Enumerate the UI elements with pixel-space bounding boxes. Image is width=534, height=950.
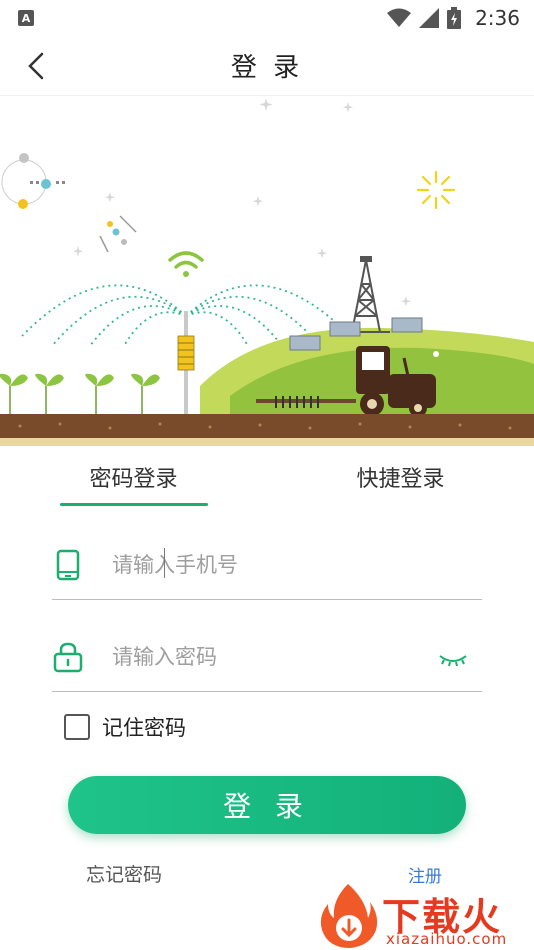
eye-closed-icon bbox=[439, 655, 467, 667]
app-header: 登 录 bbox=[0, 36, 534, 96]
login-mode-tabs: 密码登录 快捷登录 bbox=[0, 452, 534, 510]
phone-field-row bbox=[52, 530, 482, 600]
status-indicators: 2:36 bbox=[387, 6, 520, 30]
app-notification-icon: A bbox=[18, 10, 34, 26]
password-input[interactable] bbox=[112, 644, 412, 669]
login-button[interactable]: 登 录 bbox=[68, 776, 466, 834]
back-button[interactable] bbox=[18, 48, 54, 84]
tab-label: 密码登录 bbox=[89, 467, 178, 492]
wifi-icon bbox=[387, 8, 412, 27]
forgot-password-link[interactable]: 忘记密码 bbox=[86, 860, 162, 887]
status-bar: A 2:36 bbox=[0, 0, 534, 36]
password-field-row bbox=[52, 622, 482, 692]
tab-label: 快捷登录 bbox=[356, 467, 445, 492]
page-title: 登 录 bbox=[230, 53, 304, 83]
lock-icon bbox=[52, 637, 84, 677]
status-time: 2:36 bbox=[475, 6, 520, 30]
tab-password-login[interactable]: 密码登录 bbox=[0, 452, 267, 510]
battery-icon bbox=[447, 7, 462, 29]
phone-input[interactable] bbox=[112, 552, 412, 577]
phone-icon bbox=[52, 545, 84, 585]
password-visibility-toggle[interactable] bbox=[438, 650, 468, 670]
watermark-url: xiazaihuo.com bbox=[386, 930, 508, 948]
remember-password-label: 记住密码 bbox=[102, 716, 186, 740]
farm-irrigation-illustration bbox=[0, 98, 534, 446]
site-watermark: 下载火 xiazaihuo.com bbox=[318, 880, 534, 950]
tab-quick-login[interactable]: 快捷登录 bbox=[267, 452, 534, 510]
text-cursor bbox=[164, 548, 165, 578]
remember-password-checkbox[interactable] bbox=[64, 714, 90, 740]
flame-logo-icon bbox=[320, 884, 378, 948]
hero-illustration bbox=[0, 96, 534, 446]
remember-password[interactable]: 记住密码 bbox=[64, 712, 186, 742]
chevron-left-icon bbox=[28, 52, 44, 80]
signal-icon bbox=[419, 8, 440, 28]
